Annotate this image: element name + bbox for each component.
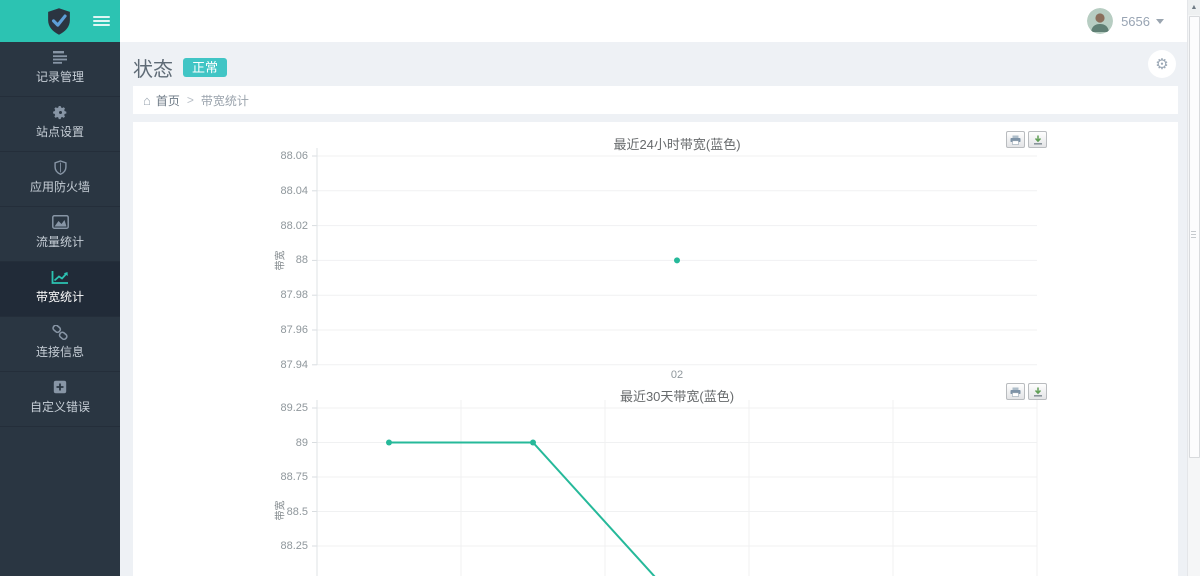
charts-panel: 最近24小时带宽(蓝色) 带宽 最近30天带宽(蓝色) xyxy=(133,122,1178,576)
chart-export-group xyxy=(1003,383,1047,400)
sidebar: 记录管理 站点设置 应用防火墙 xyxy=(0,0,120,576)
y-tick-label: 88.06 xyxy=(191,150,308,162)
print-chart-button[interactable] xyxy=(1006,383,1025,400)
y-tick-label: 88.75 xyxy=(191,471,308,483)
sidebar-nav: 记录管理 站点设置 应用防火墙 xyxy=(0,42,120,427)
page-head: 状态 正常 xyxy=(133,53,227,82)
chart-title-24h: 最近24小时带宽(蓝色) xyxy=(317,134,1037,153)
chart-title-30d: 最近30天带宽(蓝色) xyxy=(317,386,1037,405)
sidebar-item-custom-errors[interactable]: 自定义错误 xyxy=(0,372,120,427)
data-point xyxy=(674,257,680,263)
chart-export-group xyxy=(1003,131,1047,148)
home-icon: ⌂ xyxy=(143,93,151,108)
sidebar-item-bandwidth-stats[interactable]: 带宽统计 xyxy=(0,262,120,317)
status-badge: 正常 xyxy=(183,58,227,77)
menu-toggle-icon[interactable] xyxy=(93,14,110,28)
data-point xyxy=(530,440,536,446)
sidebar-item-traffic-stats[interactable]: 流量统计 xyxy=(0,207,120,262)
gear-icon xyxy=(53,103,68,121)
y-tick-label: 89 xyxy=(191,437,308,449)
breadcrumb-separator: > xyxy=(187,93,194,107)
data-point xyxy=(386,440,392,446)
y-tick-label: 88.02 xyxy=(191,220,308,232)
y-tick-label: 88.04 xyxy=(191,185,308,197)
download-chart-button[interactable] xyxy=(1028,131,1047,148)
sidebar-item-label: 应用防火墙 xyxy=(30,178,90,195)
page-scrollbar[interactable]: ▲ xyxy=(1187,0,1200,576)
scrollbar-grip xyxy=(1191,231,1196,240)
scroll-up-arrow-icon[interactable]: ▲ xyxy=(1188,0,1200,15)
chevron-down-icon xyxy=(1156,19,1164,24)
app-window: 记录管理 站点设置 应用防火墙 xyxy=(0,0,1200,576)
sidebar-item-label: 自定义错误 xyxy=(30,398,90,415)
y-tick-label: 88.5 xyxy=(191,506,308,518)
sidebar-item-label: 连接信息 xyxy=(36,343,84,360)
x-tick-label: 02 xyxy=(671,369,683,381)
sidebar-item-firewall[interactable]: 应用防火墙 xyxy=(0,152,120,207)
link-icon xyxy=(52,323,68,341)
page-title: 状态 xyxy=(133,53,173,82)
sidebar-item-connections[interactable]: 连接信息 xyxy=(0,317,120,372)
scrollbar-thumb[interactable] xyxy=(1189,16,1200,458)
download-chart-button[interactable] xyxy=(1028,383,1047,400)
breadcrumb-current: 带宽统计 xyxy=(201,92,249,109)
y-tick-label: 89.25 xyxy=(191,402,308,414)
series-line xyxy=(389,443,677,576)
breadcrumb-home-link[interactable]: 首页 xyxy=(156,92,180,109)
area-chart-icon xyxy=(52,213,69,231)
sidebar-item-records[interactable]: 记录管理 xyxy=(0,42,120,97)
logo-bar xyxy=(0,0,120,42)
settings-gear-button[interactable]: ⚙ xyxy=(1148,50,1176,78)
y-tick-label: 87.98 xyxy=(191,289,308,301)
y-tick-label: 88 xyxy=(191,254,308,266)
sidebar-item-label: 带宽统计 xyxy=(36,288,84,305)
breadcrumb: ⌂ 首页 > 带宽统计 xyxy=(133,86,1178,114)
plus-square-icon xyxy=(53,378,67,396)
line-chart-icon xyxy=(51,268,69,286)
topbar: 5656 xyxy=(120,0,1200,42)
username: 5656 xyxy=(1121,14,1150,29)
print-chart-button[interactable] xyxy=(1006,131,1025,148)
y-tick-label: 87.94 xyxy=(191,359,308,371)
shield-logo-icon xyxy=(44,7,74,41)
sidebar-item-site-settings[interactable]: 站点设置 xyxy=(0,97,120,152)
list-icon xyxy=(52,48,68,66)
sidebar-item-label: 记录管理 xyxy=(36,68,84,85)
avatar xyxy=(1087,8,1113,34)
user-menu[interactable]: 5656 xyxy=(1087,8,1164,34)
sidebar-item-label: 流量统计 xyxy=(36,233,84,250)
sidebar-item-label: 站点设置 xyxy=(36,123,84,140)
shield-icon xyxy=(54,158,67,176)
y-tick-label: 88.25 xyxy=(191,540,308,552)
y-tick-label: 87.96 xyxy=(191,324,308,336)
